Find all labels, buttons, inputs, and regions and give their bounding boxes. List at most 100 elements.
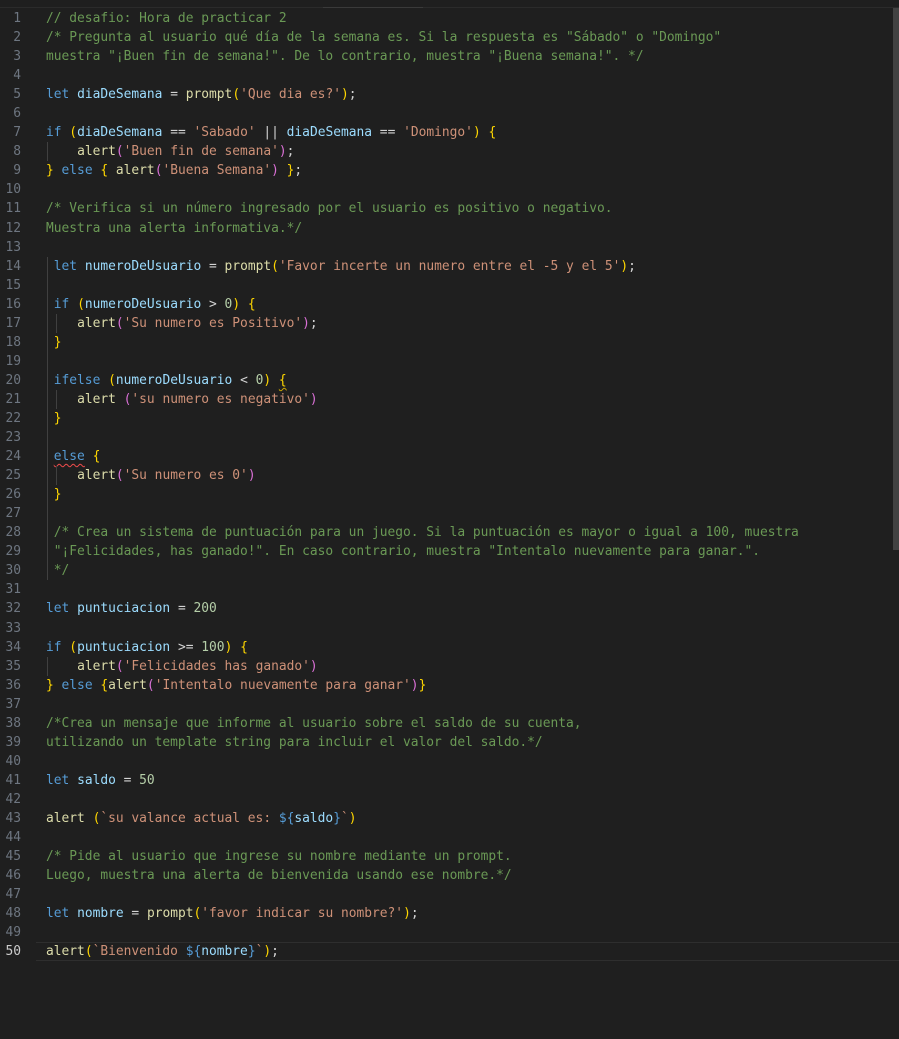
code-line[interactable]: 17 alert('Su numero es Positivo'); [0, 313, 899, 333]
code-text[interactable]: /* Pide al usuario que ingrese su nombre… [46, 847, 512, 866]
code-text[interactable]: else { [46, 447, 101, 466]
code-text[interactable]: let puntuciacion = 200 [46, 599, 217, 618]
code-text[interactable]: alert('Su numero es Positivo'); [46, 314, 318, 333]
code-line[interactable]: 15 [0, 275, 899, 295]
code-text[interactable]: muestra "¡Buen fin de semana!". De lo co… [46, 47, 644, 66]
code-text[interactable]: Luego, muestra una alerta de bienvenida … [46, 866, 512, 885]
code-text[interactable]: Muestra una alerta informativa.*/ [46, 219, 302, 238]
code-line[interactable]: 19 [0, 351, 899, 371]
line-number: 13 [5, 239, 21, 255]
code-line[interactable]: 41 let saldo = 50 [0, 771, 899, 790]
code-text[interactable]: */ [46, 561, 70, 580]
code-line[interactable]: 48 let nombre = prompt('favor indicar su … [0, 904, 899, 923]
code-text[interactable]: alert (`su valance actual es: ${saldo}`) [46, 809, 356, 828]
line-number: 16 [5, 296, 21, 312]
code-line[interactable]: 49 [0, 923, 899, 942]
code-line[interactable]: 32 let puntuciacion = 200 [0, 599, 899, 618]
code-line[interactable]: 42 [0, 790, 899, 809]
line-number: 32 [5, 601, 21, 617]
code-line[interactable]: 6 [0, 104, 899, 123]
code-line[interactable]: 4 [0, 66, 899, 85]
code-text[interactable]: alert('Su numero es 0') [46, 466, 256, 485]
code-text[interactable]: let diaDeSemana = prompt('Que dia es?'); [46, 85, 357, 104]
code-line[interactable]: 16 if (numeroDeUsuario > 0) { [0, 294, 899, 314]
code-text[interactable]: "¡Felicidades, has ganado!". En caso con… [46, 542, 760, 561]
code-line[interactable]: 12 Muestra una alerta informativa.*/ [0, 219, 899, 238]
code-line[interactable]: 43 alert (`su valance actual es: ${saldo}… [0, 809, 899, 828]
code-line[interactable]: 45 /* Pide al usuario que ingrese su nomb… [0, 847, 899, 866]
code-text[interactable]: ifelse (numeroDeUsuario < 0) { [46, 371, 287, 390]
code-text[interactable]: /* Verifica si un número ingresado por e… [46, 199, 613, 218]
code-line[interactable]: 10 [0, 180, 899, 199]
line-number: 11 [5, 201, 21, 217]
code-text[interactable]: } else {alert('Intentalo nuevamente para… [46, 676, 426, 695]
code-text[interactable]: } else { alert('Buena Semana') }; [46, 161, 302, 180]
code-text[interactable]: utilizando un template string para inclu… [46, 733, 543, 752]
code-text[interactable]: let numeroDeUsuario = prompt('Favor ince… [46, 257, 636, 276]
code-line[interactable]: 44 [0, 828, 899, 847]
code-line[interactable]: 2 /* Pregunta al usuario qué día de la se… [0, 28, 899, 47]
code-line[interactable]: 25 alert('Su numero es 0') [0, 466, 899, 486]
code-line[interactable]: 29 "¡Felicidades, has ganado!". En caso … [0, 542, 899, 562]
code-line[interactable]: 20 ifelse (numeroDeUsuario < 0) { [0, 370, 899, 390]
code-text[interactable]: let nombre = prompt('favor indicar su no… [46, 904, 419, 923]
indent-guide [47, 428, 48, 448]
code-text[interactable]: } [46, 485, 62, 504]
line-number: 31 [5, 582, 21, 598]
code-line[interactable]: 47 [0, 885, 899, 904]
code-line[interactable]: 38 /*Crea un mensaje que informe al usuar… [0, 714, 899, 733]
line-number: 25 [5, 468, 21, 484]
code-line[interactable]: 46 Luego, muestra una alerta de bienvenid… [0, 866, 899, 885]
line-number: 48 [5, 906, 21, 922]
code-line[interactable]: 39 utilizando un template string para inc… [0, 733, 899, 752]
code-text[interactable]: alert ('su numero es negativo') [46, 390, 318, 409]
code-line[interactable]: 37 [0, 695, 899, 714]
code-line[interactable]: 36} else {alert('Intentalo nuevamente pa… [0, 676, 899, 695]
code-line[interactable]: 1 // desafio: Hora de practicar 2 [0, 9, 899, 28]
code-line[interactable]: 3 muestra "¡Buen fin de semana!". De lo c… [0, 47, 899, 66]
code-line[interactable]: 24 else { [0, 447, 899, 467]
code-text[interactable]: if (numeroDeUsuario > 0) { [46, 295, 256, 314]
vertical-scrollbar[interactable] [893, 8, 899, 550]
code-text[interactable]: /* Pregunta al usuario qué día de la sem… [46, 28, 721, 47]
code-line[interactable]: 27 [0, 504, 899, 524]
code-line[interactable]: 34 if (puntuciacion >= 100) { [0, 638, 899, 657]
code-line[interactable]: 22 } [0, 408, 899, 429]
code-line[interactable]: 14 let numeroDeUsuario = prompt('Favor i… [0, 256, 899, 276]
code-line[interactable]: 40 [0, 752, 899, 771]
code-line[interactable]: 33 [0, 619, 899, 638]
code-line[interactable]: 28 /* Crea un sistema de puntuación para… [0, 523, 899, 543]
code-lines[interactable]: 1 // desafio: Hora de practicar 2 2 /* Preg… [0, 9, 899, 962]
code-line[interactable]: 7 if (diaDeSemana == 'Sabado' || diaDeSem… [0, 123, 899, 142]
code-text[interactable]: alert('Buen fin de semana'); [46, 142, 294, 161]
line-number: 45 [5, 849, 21, 865]
code-text[interactable]: } [46, 333, 62, 352]
line-number: 49 [5, 925, 21, 941]
code-line[interactable]: 30 */ [0, 561, 899, 581]
code-text[interactable]: alert('Felicidades has ganado') [46, 657, 318, 676]
code-text[interactable]: if (puntuciacion >= 100) { [46, 638, 248, 657]
code-line[interactable]: 5 let diaDeSemana = prompt('Que dia es?')… [0, 85, 899, 104]
code-text[interactable]: let saldo = 50 [46, 771, 155, 790]
code-line[interactable]: 31 [0, 580, 899, 599]
code-line[interactable]: 21 alert ('su numero es negativo') [0, 389, 899, 409]
code-text[interactable]: /*Crea un mensaje que informe al usuario… [46, 714, 582, 733]
code-line[interactable]: 35 alert('Felicidades has ganado') [0, 656, 899, 676]
code-text[interactable]: if (diaDeSemana == 'Sabado' || diaDeSema… [46, 123, 496, 142]
code-editor[interactable]: 1 // desafio: Hora de practicar 2 2 /* Preg… [0, 0, 899, 1039]
code-line[interactable]: 9 } else { alert('Buena Semana') }; [0, 161, 899, 180]
line-number: 30 [5, 563, 21, 579]
code-line[interactable]: 11 /* Verifica si un número ingresado por… [0, 199, 899, 218]
code-line[interactable]: 8 alert('Buen fin de semana'); [0, 142, 899, 162]
code-line[interactable]: 23 [0, 428, 899, 448]
code-line[interactable]: 18 } [0, 332, 899, 352]
code-line[interactable]: 26 } [0, 485, 899, 505]
indent-guide [47, 351, 48, 371]
line-number: 9 [13, 163, 21, 179]
code-line[interactable]: 50 alert(`Bienvenido ${nombre}`); [0, 942, 899, 962]
code-text[interactable]: // desafio: Hora de practicar 2 [46, 9, 287, 28]
code-text[interactable]: } [46, 409, 62, 428]
code-text[interactable]: alert(`Bienvenido ${nombre}`); [46, 942, 279, 961]
code-text[interactable]: /* Crea un sistema de puntuación para un… [46, 523, 799, 542]
code-line[interactable]: 13 [0, 238, 899, 257]
